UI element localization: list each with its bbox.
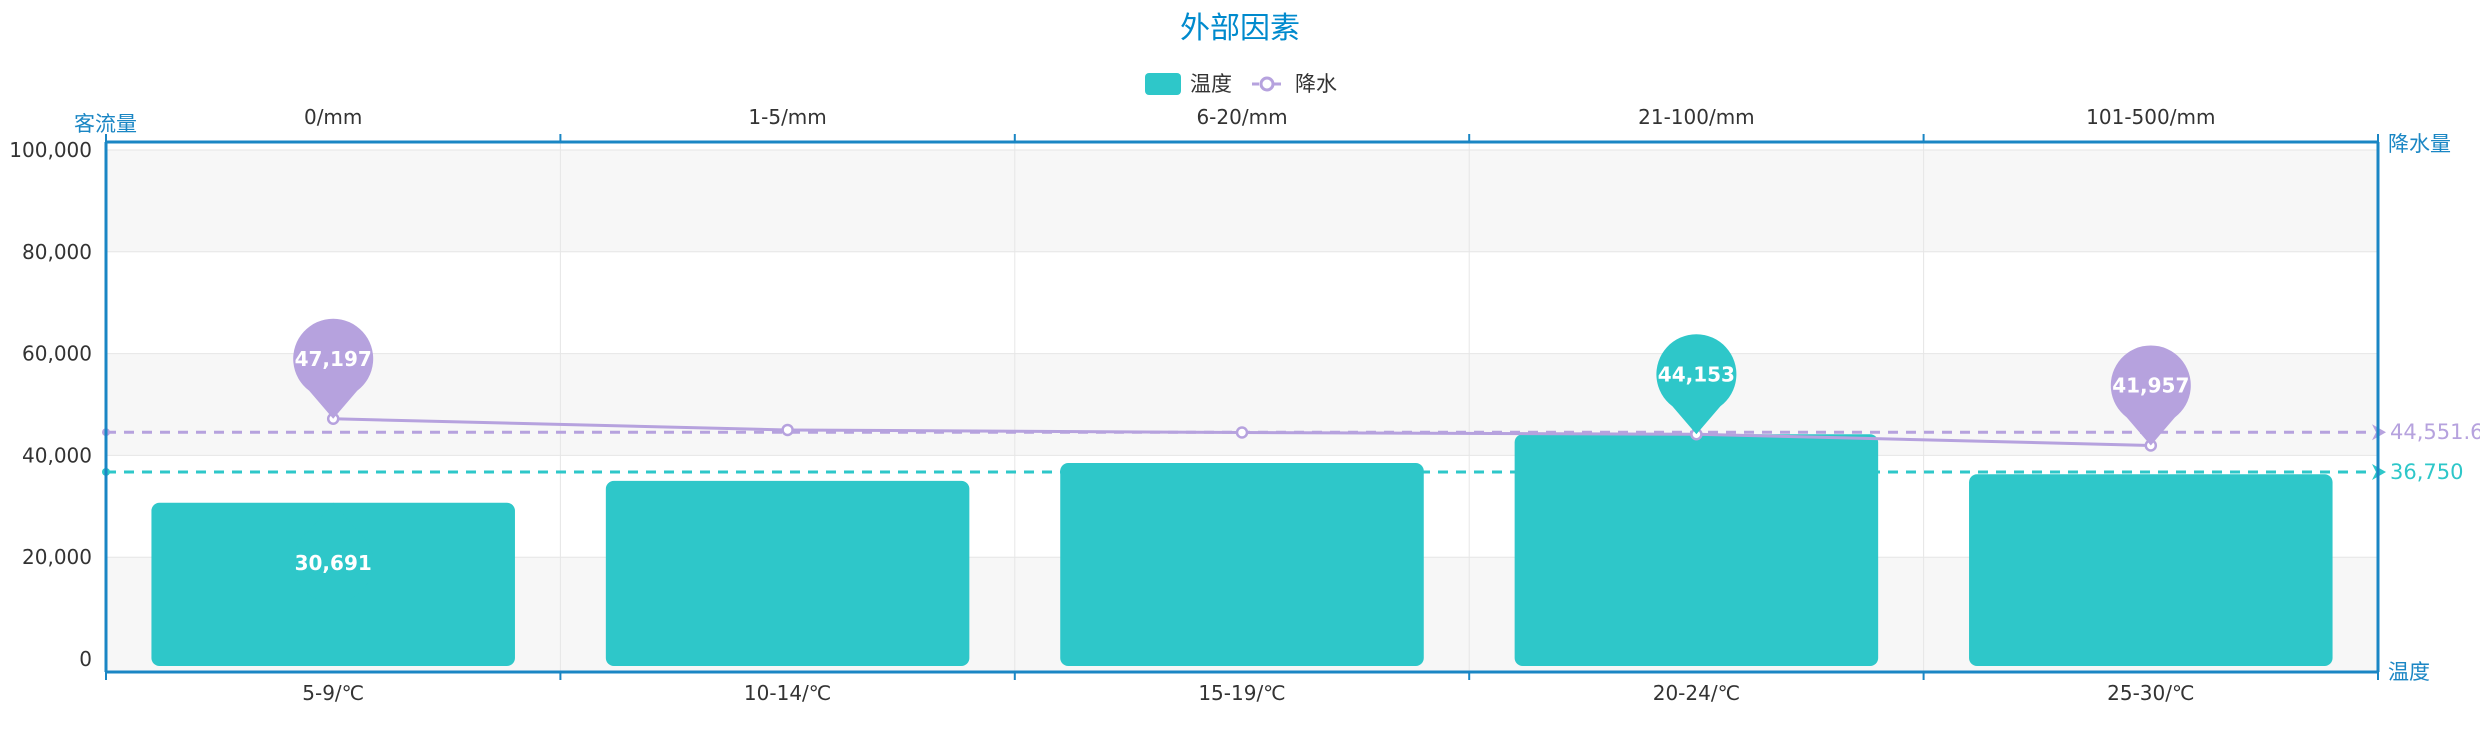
x-tick-label-bottom: 5-9/℃ [302,681,364,705]
x-tick-label-bottom: 10-14/℃ [744,681,831,705]
line-max-pin-label: 47,197 [295,347,372,371]
x-tick-label-bottom: 15-19/℃ [1198,681,1285,705]
y-tick-label: 60,000 [22,342,92,366]
legend[interactable]: 温度 降水 [1145,72,1337,96]
bar[interactable] [1969,474,2333,666]
right-axis-bottom-title: 温度 [2388,660,2430,684]
x-tick-label-top: 21-100/mm [1638,105,1755,129]
precip-point[interactable] [1235,426,1249,439]
x-tick-label-top: 101-500/mm [2086,105,2215,129]
x-tick-label-top: 0/mm [304,105,362,129]
bars [151,434,2333,666]
x-tick-label-top: 6-20/mm [1196,105,1287,129]
left-axis-title: 客流量 [74,112,137,136]
bar[interactable] [1060,463,1424,666]
grid-band [106,150,2378,252]
bar[interactable] [1514,434,1879,666]
line-min-pin-label: 41,957 [2112,373,2189,397]
y-tick-label: 80,000 [22,240,92,264]
legend-line-label[interactable]: 降水 [1295,72,1337,96]
legend-bar-label[interactable]: 温度 [1190,72,1232,96]
chart-title: 外部因素 [1180,11,1300,46]
y-tick-label: 100,000 [9,138,92,162]
grid-band [106,353,2378,456]
x-tick-label-bottom: 25-30/℃ [2107,681,2194,705]
chart-svg: 外部因素 温度 降水 客流量 降水量 温度 44,551.6 36,750 5-9… [9,11,2480,705]
bar[interactable] [605,480,970,666]
y-tick-label: 0 [79,647,92,671]
legend-line-marker [1259,76,1275,92]
bar-max-pin-label: 44,153 [1658,362,1735,386]
bar-min-pin-label: 30,691 [295,551,372,575]
x-tick-label-top: 1-5/mm [748,105,826,129]
y-tick-label: 40,000 [22,443,92,467]
right-axis-top-title: 降水量 [2388,132,2451,156]
temp-average-label: 36,750 [2390,460,2463,484]
y-tick-label: 20,000 [22,545,92,569]
precip-average-label: 44,551.6 [2390,420,2480,444]
legend-bar-swatch[interactable] [1145,73,1181,95]
x-tick-label-bottom: 20-24/℃ [1653,681,1740,705]
precip-point[interactable] [781,423,794,437]
